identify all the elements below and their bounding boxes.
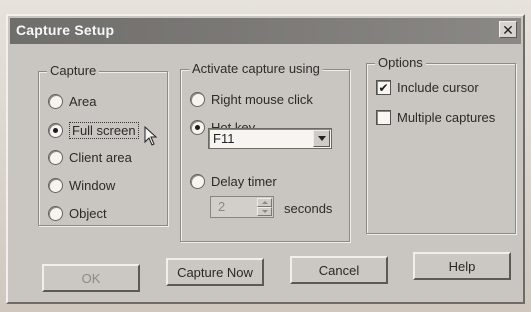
spin-down-button[interactable]: [257, 207, 272, 216]
cancel-button-label: Cancel: [318, 262, 360, 278]
radio-window[interactable]: Window: [48, 178, 115, 193]
radio-area[interactable]: Area: [48, 94, 96, 109]
capture-now-button[interactable]: Capture Now: [166, 258, 264, 286]
radio-window-button[interactable]: [48, 178, 63, 193]
radio-hot-key-button[interactable]: [190, 120, 205, 135]
close-button[interactable]: ✕: [499, 21, 517, 38]
title-bar[interactable]: Capture Setup ✕: [10, 18, 521, 44]
delay-spinner[interactable]: 2: [210, 196, 274, 218]
radio-right-mouse-click-button[interactable]: [190, 92, 205, 107]
help-button-label: Help: [448, 258, 476, 274]
hotkey-dropdown-button[interactable]: [313, 130, 330, 147]
mouse-pointer-icon: [144, 126, 158, 146]
chevron-down-icon: [317, 136, 326, 141]
activate-group-legend: Activate capture using: [189, 61, 323, 76]
radio-area-button[interactable]: [48, 94, 63, 109]
radio-delay-timer[interactable]: Delay timer: [190, 174, 277, 189]
radio-area-label: Area: [69, 94, 97, 109]
close-icon: ✕: [502, 21, 514, 38]
dialog-title: Capture Setup: [16, 22, 115, 38]
radio-client-area[interactable]: Client area: [48, 150, 132, 165]
radio-full-screen[interactable]: Full screen: [48, 122, 139, 139]
capture-setup-dialog: Capture Setup ✕ Capture Area Full screen…: [6, 14, 525, 304]
delay-spinner-value: 2: [218, 199, 226, 214]
hotkey-select[interactable]: F11: [208, 128, 332, 149]
ok-button[interactable]: OK: [42, 264, 140, 292]
delay-unit-label: seconds: [284, 201, 333, 216]
spin-up-icon: [261, 201, 268, 204]
checkbox-include-cursor[interactable]: ✔ Include cursor: [376, 80, 479, 95]
spin-down-icon: [261, 210, 268, 213]
radio-full-screen-label: Full screen: [69, 122, 139, 139]
radio-object-button[interactable]: [48, 206, 63, 221]
help-button[interactable]: Help: [413, 252, 511, 280]
radio-right-mouse-click[interactable]: Right mouse click: [190, 92, 313, 107]
radio-client-area-label: Client area: [69, 150, 132, 165]
radio-client-area-button[interactable]: [48, 150, 63, 165]
ok-button-label: OK: [81, 270, 101, 286]
radio-right-mouse-click-label: Right mouse click: [211, 92, 313, 107]
capture-now-button-label: Capture Now: [177, 264, 253, 280]
multiple-captures-checkbox[interactable]: [376, 110, 391, 125]
checkbox-multiple-captures[interactable]: Multiple captures: [376, 110, 495, 125]
radio-object[interactable]: Object: [48, 206, 107, 221]
delay-spin-buttons: [257, 198, 272, 216]
radio-object-label: Object: [69, 206, 107, 221]
include-cursor-checkbox[interactable]: ✔: [376, 80, 391, 95]
multiple-captures-label: Multiple captures: [397, 110, 496, 125]
capture-group-legend: Capture: [47, 63, 100, 78]
options-group-legend: Options: [375, 55, 426, 70]
radio-window-label: Window: [69, 178, 116, 193]
spin-up-button[interactable]: [257, 198, 272, 207]
radio-delay-timer-label: Delay timer: [211, 174, 277, 189]
include-cursor-label: Include cursor: [397, 80, 479, 95]
radio-full-screen-button[interactable]: [48, 123, 63, 138]
radio-delay-timer-button[interactable]: [190, 174, 205, 189]
hotkey-select-value: F11: [213, 131, 235, 146]
cancel-button[interactable]: Cancel: [290, 256, 388, 284]
